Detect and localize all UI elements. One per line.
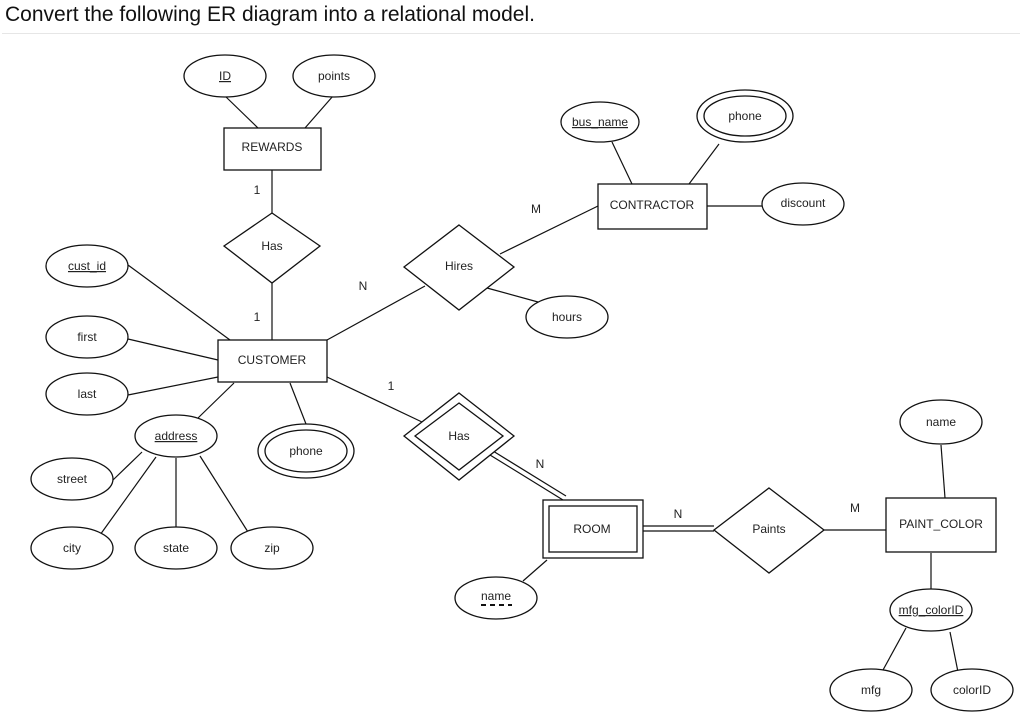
attribute-address-zip[interactable]: zip [230,526,314,570]
attribute-address-city-label: city [63,541,81,555]
cardinality-room-has: N [536,457,545,471]
entity-paint-color-label: PAINT_COLOR [899,517,983,531]
attribute-colorid-label: colorID [953,683,991,697]
entity-paint-color[interactable]: PAINT_COLOR [885,497,997,553]
line-address-zip [199,455,249,533]
line-custid-customer [127,264,231,341]
cardinality-customer-hires: N [359,279,368,293]
attribute-address-zip-label: zip [264,541,280,555]
attribute-address-city[interactable]: city [30,526,114,570]
line-room-name [522,559,548,582]
weak-entity-room[interactable]: ROOM [542,499,644,559]
identifying-relationship-has-room[interactable]: Has [402,392,516,481]
attribute-contractor-bus-name-label: bus_name [572,115,628,129]
attribute-hires-hours-label: hours [552,310,582,324]
cardinality-customer-has-room: 1 [388,379,395,393]
multivalued-attribute-customer-phone[interactable]: phone [257,423,355,479]
attribute-customer-cust-id[interactable]: cust_id [45,244,129,288]
attribute-customer-first-label: first [77,330,97,344]
composite-key-attribute-mfg-colorid[interactable]: mfg_colorID [889,588,973,632]
entity-customer-label: CUSTOMER [238,353,307,367]
entity-rewards[interactable]: REWARDS [223,127,322,171]
line-customer-address [197,382,235,419]
line-hasroom-room-a [489,454,564,501]
attribute-customer-first[interactable]: first [45,315,129,359]
weak-entity-room-label: ROOM [573,522,610,536]
entity-customer[interactable]: CUSTOMER [217,339,328,383]
attribute-rewards-id[interactable]: ID [183,54,267,98]
attribute-mfg[interactable]: mfg [829,668,913,712]
identifying-relationship-has-room-label: Has [448,429,469,443]
attribute-address-state-label: state [163,541,189,555]
line-id-rewards [224,95,259,129]
attribute-hires-hours[interactable]: hours [525,295,609,339]
composite-attribute-address[interactable]: address [134,414,218,458]
cardinality-rewards-has: 1 [254,183,261,197]
attribute-customer-last-label: last [78,387,97,401]
attribute-customer-last[interactable]: last [45,372,129,416]
attribute-colorid[interactable]: colorID [930,668,1014,712]
attribute-address-state[interactable]: state [134,526,218,570]
relationship-paints-label: Paints [752,522,785,536]
relationship-hires-label: Hires [445,259,473,273]
attribute-rewards-points[interactable]: points [292,54,376,98]
relationship-has-rewards[interactable]: Has [222,212,322,284]
cardinality-paint-paints: M [850,501,860,515]
attribute-address-street[interactable]: street [30,457,114,501]
attribute-mfg-label: mfg [861,683,881,697]
relationship-paints[interactable]: Paints [712,487,826,574]
partial-key-attribute-room-name[interactable]: name [454,576,538,620]
line-mfgcolorid-colorid [949,631,959,673]
line-mfgcolorid-mfg [882,627,907,671]
attribute-contractor-phone-label: phone [728,109,762,123]
attribute-contractor-discount-label: discount [781,196,826,210]
attribute-customer-cust-id-label: cust_id [68,259,106,273]
line-paintname-paintcolor [940,444,946,499]
attribute-room-name-label: name [481,589,511,603]
line-customer-phone [289,382,307,425]
attribute-address-street-label: street [57,472,88,486]
entity-contractor-label: CONTRACTOR [610,198,695,212]
line-hasroom-room-b [492,450,567,497]
attribute-address-label: address [155,429,198,443]
line-phone-contractor [688,143,720,185]
line-customer-hasroom [326,376,423,423]
entity-rewards-label: REWARDS [242,140,303,154]
cardinality-contractor-hires: M [531,202,541,216]
attribute-mfg-colorid-label: mfg_colorID [899,603,964,617]
relationship-has-rewards-label: Has [261,239,282,253]
attribute-paint-name[interactable]: name [899,399,983,445]
attribute-rewards-id-label: ID [219,69,231,83]
attribute-rewards-points-label: points [318,69,350,83]
line-hires-hours [486,287,539,303]
relationship-hires[interactable]: Hires [402,224,516,311]
line-address-street [112,451,143,481]
line-hires-contractor [499,205,599,255]
attribute-contractor-bus-name[interactable]: bus_name [560,101,640,143]
entity-contractor[interactable]: CONTRACTOR [597,183,708,230]
line-points-rewards [304,95,334,129]
attribute-contractor-discount[interactable]: discount [761,182,845,226]
cardinality-room-paints: N [674,507,683,521]
cardinality-customer-has: 1 [254,310,261,324]
multivalued-attribute-contractor-phone[interactable]: phone [696,89,794,143]
line-last-customer [127,376,219,396]
attribute-customer-phone-label: phone [289,444,323,458]
line-customer-hires [326,285,426,341]
line-busname-contractor [611,141,633,185]
er-diagram: REWARDS CUSTOMER CONTRACTOR ROOM PAINT_C… [30,54,1014,712]
line-first-customer [127,338,219,361]
attribute-paint-name-label: name [926,415,956,429]
